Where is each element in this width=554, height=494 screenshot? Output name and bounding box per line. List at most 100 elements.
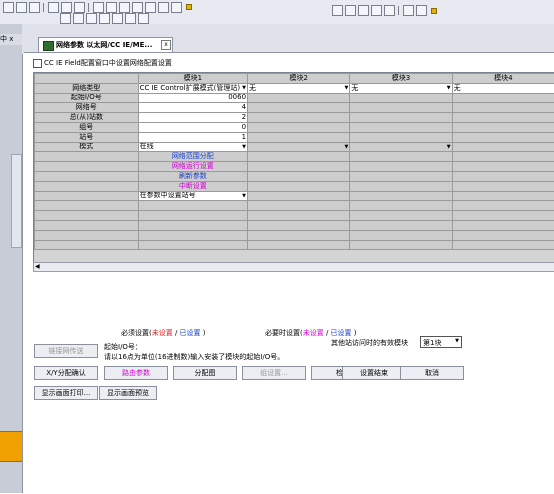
toolbar-icon[interactable] [73,13,84,24]
mode-select-module2[interactable]: ▼ [247,141,351,153]
column-header-module1: 模块1 [137,73,249,84]
grid-cell [34,190,139,202]
row-label-total-stations: 总(从)站数 [34,112,139,123]
optional-setting-legend: 必要时设置(未设置 / 已设置 ) [265,328,357,338]
toolbar-icon[interactable] [29,2,40,13]
not-set-label: 未设置 [302,329,324,337]
grid-cell [451,219,554,231]
grid-cell [247,170,351,182]
interrupt-setting-link[interactable]: 中断设置 [137,180,249,192]
toolbar-icon[interactable] [416,5,427,16]
optional-label: 必要时设置( [265,329,303,337]
network-parameter-grid: 模块1 模块2 模块3 模块4 网络类型 CC IE Control扩展模式(管… [33,72,554,264]
print-screen-button[interactable]: 显示画面打印... [34,386,98,400]
toolbar-icon[interactable] [158,2,169,13]
network-type-value: 无 [249,83,257,92]
network-operation-link[interactable]: 网络运行设置 [137,161,249,172]
scroll-left-icon[interactable]: ◀ [35,263,40,271]
toolbar-icon[interactable] [345,5,356,16]
routing-transfer-button[interactable]: 链接网传送 [34,344,98,358]
toolbar-icon[interactable] [145,2,156,13]
row-label-group-no: 组号 [34,121,139,133]
routing-parameter-button[interactable]: 路由参数 [104,366,168,380]
column-header-module4: 模块4 [451,73,554,84]
toolbar-overflow-icon[interactable] [431,8,437,14]
toolbar-icon[interactable] [358,5,369,16]
field-config-checkbox[interactable] [33,59,42,68]
grid-cell [34,180,139,192]
toolbar-icon[interactable] [60,13,71,24]
start-io-input-module1[interactable]: 0060 [137,92,249,104]
setting-end-button[interactable]: 设置结束 [342,366,406,380]
close-icon[interactable]: x [161,40,171,50]
preview-screen-button[interactable]: 显示画面预览 [99,386,157,400]
valid-module-select[interactable]: 第1块 ▼ [420,336,462,348]
row-label-network-type: 网络类型 [34,82,139,94]
grid-cell [247,131,351,143]
chevron-down-icon: ▼ [242,84,247,91]
grid-cell [451,102,554,114]
chevron-down-icon: ▼ [344,143,349,150]
toolbar [0,0,554,25]
network-type-select-module3[interactable]: 无 ▼ [349,82,453,94]
mode-select-module1[interactable]: 在线 ▼ [137,141,249,153]
toolbar-icon[interactable] [86,13,97,24]
range-assign-link[interactable]: 网络范围分配 [137,151,249,163]
required-setting-legend: 必须设置(未设置 / 已设置 ) [121,328,206,338]
grid-cell [451,170,554,182]
station-no-setting-select[interactable]: 在参数中设置站号 ▼ [137,190,249,202]
mode-select-module3[interactable]: ▼ [349,141,453,153]
chevron-down-icon: ▼ [446,143,451,150]
toolbar-icon[interactable] [16,2,27,13]
toolbar-icon[interactable] [48,2,59,13]
valid-module-label: 其他站访问时的有效模块 [331,339,408,347]
group-setting-button[interactable]: 组设置... [242,366,306,380]
network-type-select-module4[interactable]: 无 [451,82,554,94]
grid-cell [34,210,139,221]
grid-cell [451,121,554,133]
toolbar-icon[interactable] [403,5,414,16]
toolbar-icon[interactable] [119,2,130,13]
grid-cell [34,239,139,251]
toolbar-icon[interactable] [332,5,343,16]
dock-scrollbar[interactable] [11,154,22,248]
toolbar-icon[interactable] [99,13,110,24]
xy-assign-confirm-button[interactable]: X/Y分配确认 [34,366,98,380]
network-type-select-module1[interactable]: CC IE Control扩展模式(管理站) ▼ [137,82,249,94]
tab-network-parameter[interactable]: 网络参数 以太网/CC IE/ME... x [38,37,173,53]
station-no-input-module1[interactable]: 1 [137,131,249,143]
grid-horizontal-scrollbar[interactable]: ◀ [33,262,554,272]
toolbar-icon[interactable] [132,2,143,13]
assign-diagram-button[interactable]: 分配图 [173,366,237,380]
grid-cell [451,131,554,143]
dock-pin-close[interactable]: 中 x [0,34,22,45]
toolbar-icon[interactable] [3,2,14,13]
toolbar-icon[interactable] [106,2,117,13]
toolbar-overflow-icon[interactable] [186,4,192,10]
grid-cell [34,200,139,212]
chevron-down-icon: ▼ [455,338,459,344]
grid-cell [451,229,554,241]
network-type-select-module2[interactable]: 无 ▼ [247,82,351,94]
network-no-input-module1[interactable]: 4 [137,102,249,114]
toolbar-icon[interactable] [371,5,382,16]
toolbar-icon[interactable] [171,2,182,13]
toolbar-icon[interactable] [384,5,395,16]
toolbar-icon[interactable] [112,13,123,24]
toolbar-icon[interactable] [61,2,72,13]
grid-cell [451,200,554,212]
total-stations-input-module1[interactable]: 2 [137,112,249,123]
group-no-input-module1[interactable]: 0 [137,121,249,133]
grid-cell [137,200,249,212]
grid-cell [451,141,554,153]
toolbar-icon[interactable] [93,2,104,13]
toolbar-icon[interactable] [138,13,149,24]
refresh-parameter-link[interactable]: 刷新参数 [137,170,249,182]
toolbar-icon[interactable] [74,2,85,13]
toolbar-icon[interactable] [125,13,136,24]
column-header-module3: 模块3 [349,73,453,84]
network-parameter-icon [43,41,54,51]
slash: / [323,329,331,337]
cancel-button[interactable]: 取消 [400,366,464,380]
dock-highlight-item[interactable] [0,431,22,462]
